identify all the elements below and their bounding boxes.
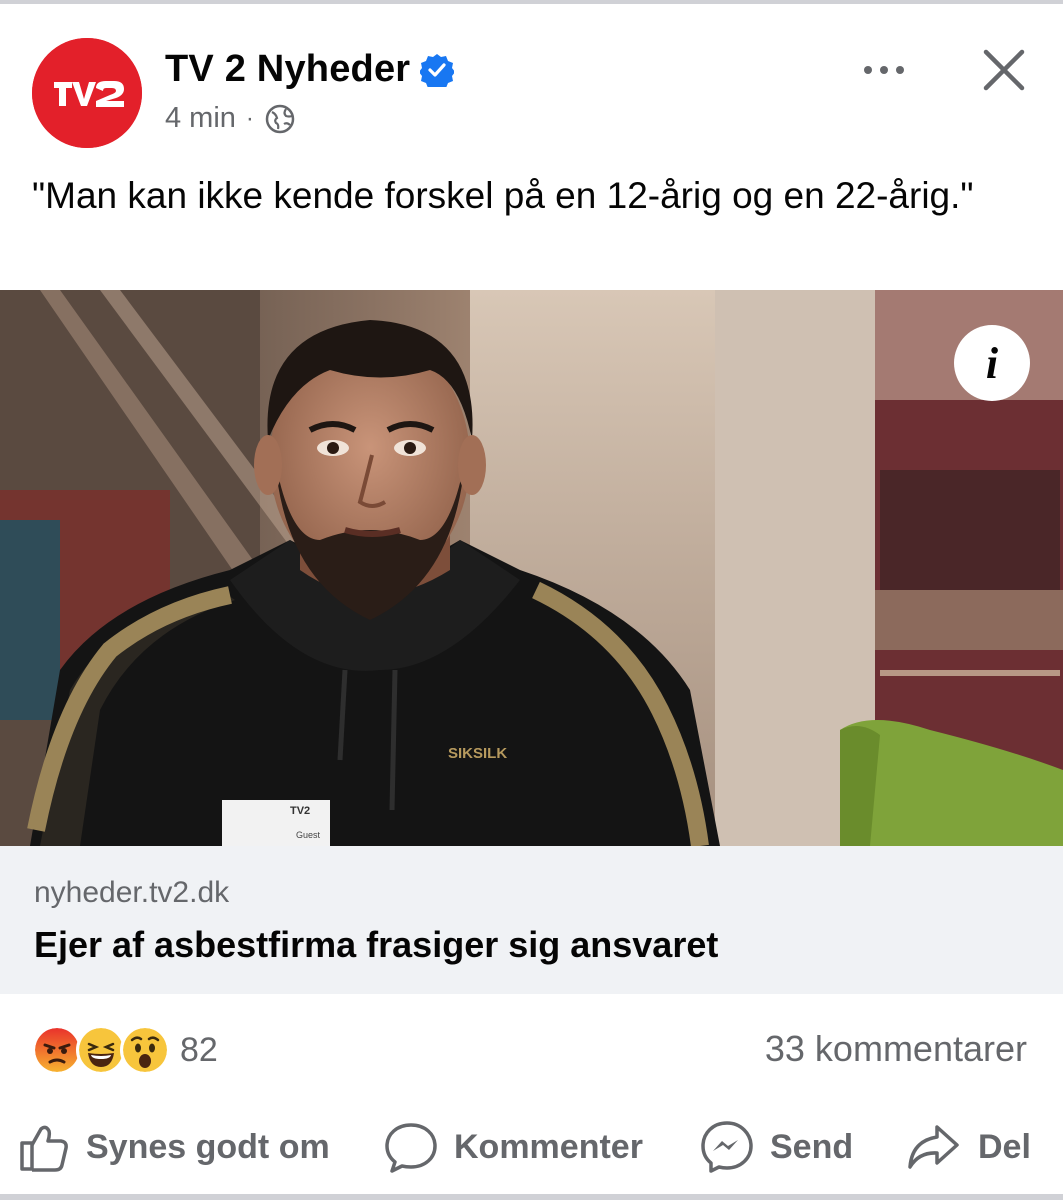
link-preview-image[interactable]: SIKSILK TV2 Guest	[0, 290, 1063, 846]
comment-bubble-icon	[385, 1123, 437, 1173]
thumbs-up-icon	[20, 1125, 68, 1172]
share-button[interactable]: Del	[906, 1112, 1031, 1182]
more-options-icon[interactable]	[858, 50, 910, 90]
reaction-count[interactable]: 82	[180, 1031, 218, 1070]
post-time[interactable]: 4 min	[165, 102, 236, 135]
page-name-text[interactable]: TV 2 Nyheder	[165, 48, 410, 91]
action-bar: Synes godt om Kommenter Send Del	[0, 1112, 1063, 1182]
haha-emoji-icon	[76, 1025, 126, 1075]
comments-count[interactable]: 33 kommentarer	[765, 1028, 1027, 1070]
post-header: TV 2 Nyheder 4 min ·	[0, 4, 1063, 154]
reactions-summary[interactable]: 82	[32, 1025, 218, 1075]
like-label: Synes godt om	[86, 1127, 330, 1166]
badge-guest-text: Guest	[296, 830, 321, 840]
verified-badge-icon	[420, 53, 455, 87]
svg-text:TV2: TV2	[290, 805, 310, 817]
link-title[interactable]: Ejer af asbestfirma frasiger sig ansvare…	[34, 924, 718, 966]
globe-icon	[265, 104, 295, 133]
share-label: Del	[978, 1127, 1031, 1166]
page-name[interactable]: TV 2 Nyheder	[165, 48, 455, 91]
messenger-icon	[701, 1121, 753, 1173]
like-button[interactable]: Synes godt om	[18, 1112, 330, 1182]
comment-label: Kommenter	[454, 1127, 643, 1166]
wow-emoji-icon	[120, 1025, 170, 1075]
link-domain[interactable]: nyheder.tv2.dk	[34, 876, 229, 910]
feed-post: TV 2 Nyheder 4 min · "Man kan ikke kende…	[0, 4, 1063, 1194]
send-label: Send	[770, 1127, 854, 1166]
send-button[interactable]: Send	[700, 1112, 853, 1182]
info-button[interactable]: i	[954, 325, 1030, 401]
hoodie-brand-text: SIKSILK	[448, 745, 507, 762]
close-icon[interactable]	[978, 44, 1030, 96]
post-text: "Man kan ikke kende forskel på en 12-åri…	[32, 175, 974, 216]
meta-separator: ·	[245, 104, 254, 132]
post-meta: 4 min ·	[165, 102, 296, 135]
link-preview-box[interactable]	[0, 846, 1063, 994]
share-arrow-icon	[908, 1125, 959, 1169]
interview-photo: SIKSILK TV2 Guest	[0, 290, 1063, 846]
comment-button[interactable]: Kommenter	[384, 1112, 643, 1182]
tv2-logo-icon	[32, 38, 142, 148]
page-avatar[interactable]	[32, 38, 142, 148]
angry-emoji-icon	[32, 1025, 82, 1075]
